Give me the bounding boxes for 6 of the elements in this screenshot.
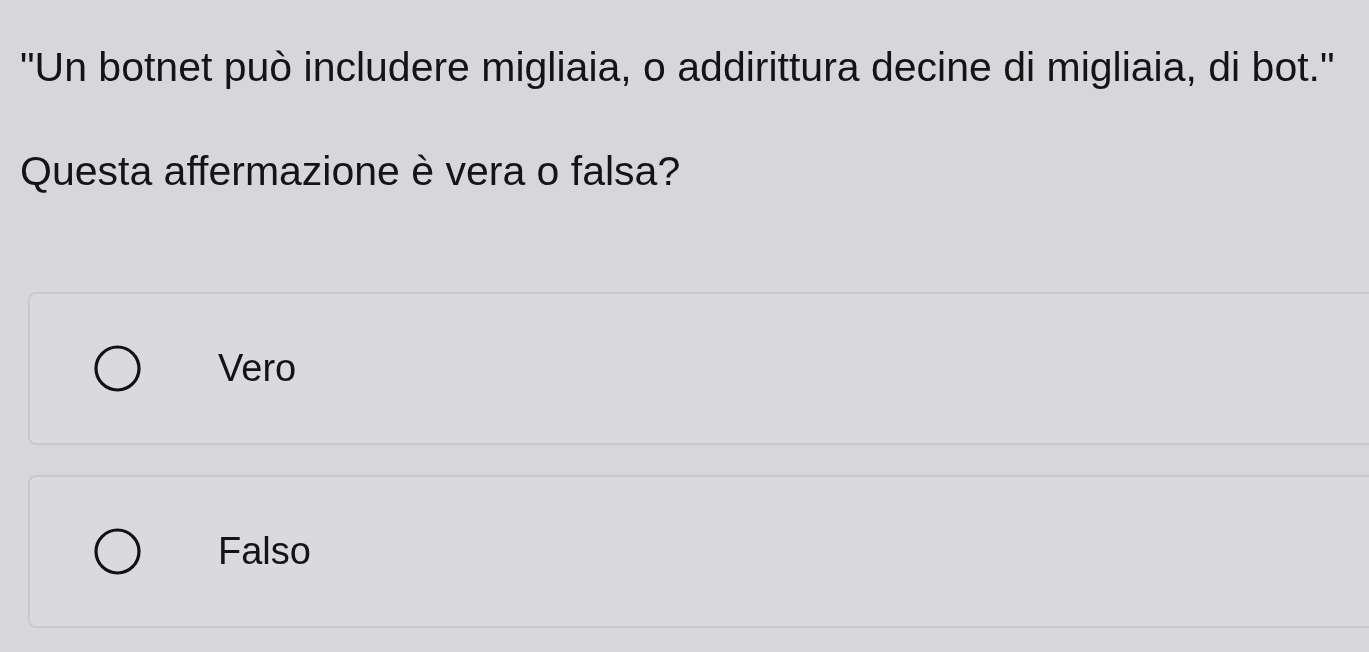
question-prompt: Questa affermazione è vera o falsa? bbox=[20, 147, 682, 196]
radio-icon[interactable] bbox=[94, 528, 141, 575]
question-statement: "Un botnet può includere migliaia, o addirittura decine di migliaia, di bot." bbox=[20, 43, 1336, 92]
radio-icon[interactable] bbox=[94, 345, 141, 392]
answer-option[interactable]: Falso bbox=[28, 475, 1369, 628]
answer-option[interactable]: Vero bbox=[28, 292, 1369, 445]
